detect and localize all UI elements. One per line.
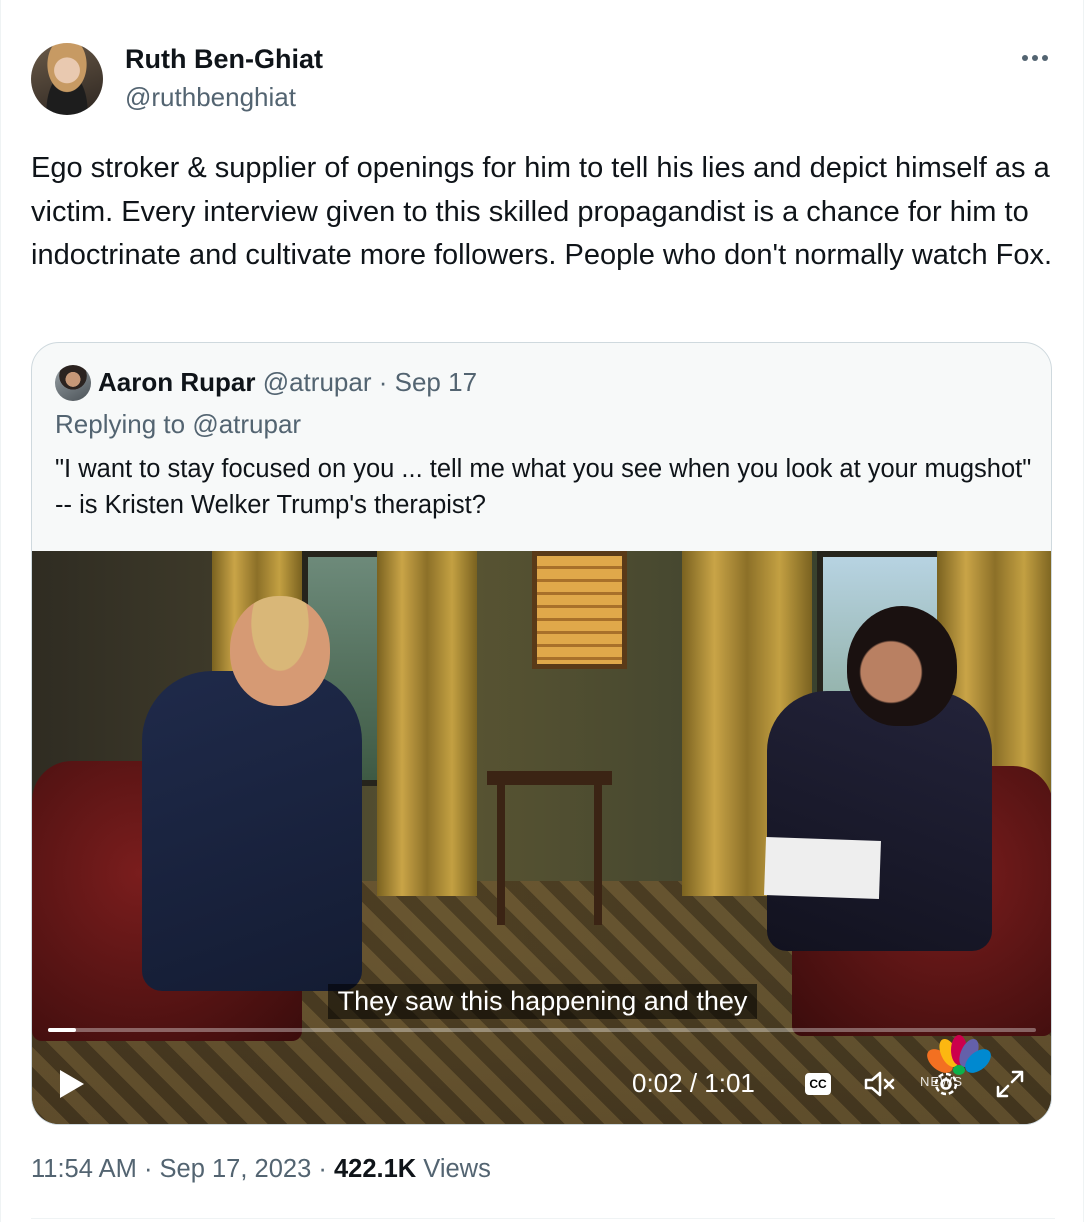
meta-separator: · [318, 1155, 327, 1183]
video-frame-person [767, 691, 992, 951]
video-frame-person-head [847, 606, 957, 726]
video-frame-panel [532, 551, 627, 669]
tweet-date[interactable]: Sep 17, 2023 [160, 1155, 312, 1183]
video-player[interactable]: They saw this happening and they 0:02 / … [32, 551, 1051, 1124]
video-frame-person [142, 671, 362, 991]
quoted-author-handle[interactable]: @atrupar [263, 367, 372, 397]
cc-label: CC [805, 1073, 831, 1095]
mute-icon[interactable] [862, 1066, 898, 1102]
quoted-header: Aaron Rupar @atrupar · Sep 17 [98, 367, 477, 398]
tweet-text: Ego stroker & supplier of openings for h… [31, 152, 1053, 271]
views-count: 422.1K [333, 1155, 417, 1183]
replying-prefix: Replying to [55, 409, 186, 439]
more-icon[interactable] [1015, 46, 1055, 74]
video-subtitle: They saw this happening and they [32, 984, 1051, 1019]
author-avatar[interactable] [31, 43, 103, 115]
tweet-meta: 11:54 AM · Sep 17, 2023 · 422.1K Views [31, 1155, 491, 1184]
video-frame-paper [764, 837, 881, 899]
video-time: 0:02 / 1:01 [632, 1068, 755, 1098]
quoted-separator: · [378, 367, 388, 397]
quoted-date[interactable]: Sep 17 [395, 367, 477, 397]
quoted-text: "I want to stay focused on you ... tell … [55, 455, 1032, 519]
replying-to: Replying to @atrupar [55, 409, 301, 440]
video-frame-table [487, 771, 612, 925]
author-name[interactable]: Ruth Ben-Ghiat [125, 44, 323, 75]
meta-separator: · [143, 1155, 153, 1183]
video-frame-curtain [377, 551, 477, 896]
views-label: Views [423, 1155, 491, 1183]
divider [31, 1218, 1055, 1219]
video-subtitle-text: They saw this happening and they [327, 984, 758, 1019]
author-handle[interactable]: @ruthbenghiat [125, 82, 296, 113]
tweet-time[interactable]: 11:54 AM [31, 1155, 137, 1183]
fullscreen-icon[interactable] [992, 1066, 1028, 1102]
tweet-card: Ruth Ben-Ghiat @ruthbenghiat Ego stroker… [0, 0, 1084, 1222]
video-progress-bar[interactable] [48, 1028, 1036, 1032]
replying-to-link[interactable]: @atrupar [192, 409, 301, 439]
quoted-tweet[interactable]: Aaron Rupar @atrupar · Sep 17 Replying t… [31, 342, 1052, 1125]
video-frame-person-head [230, 596, 330, 706]
cc-icon[interactable]: CC [800, 1066, 836, 1102]
play-icon[interactable] [54, 1066, 88, 1102]
settings-icon[interactable] [928, 1066, 964, 1102]
video-progress-fill [48, 1028, 76, 1032]
quoted-author-avatar[interactable] [55, 365, 91, 401]
quoted-author-name[interactable]: Aaron Rupar [98, 367, 255, 397]
